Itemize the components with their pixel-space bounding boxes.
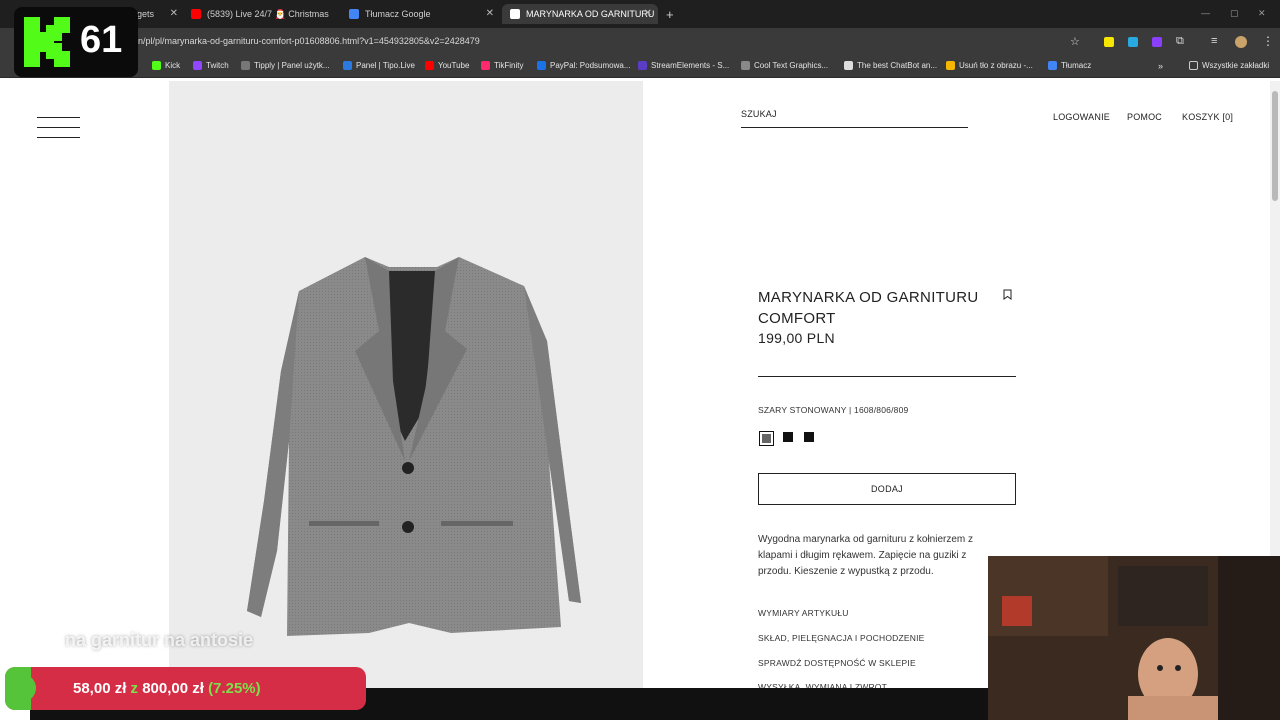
address-bar: n/pl/pl/marynarka-od-garnituru-comfort-p… xyxy=(0,28,1280,56)
cooltext-icon xyxy=(741,61,750,70)
tab-google-translate[interactable]: Tłumacz Google ✕ xyxy=(349,4,494,24)
bookmark-item[interactable]: The best ChatBot an... xyxy=(844,61,937,70)
puzzle-icon[interactable]: ⧉ xyxy=(1176,35,1184,48)
tab-label: Tłumacz Google xyxy=(365,9,431,19)
bookmark-item[interactable]: StreamElements - S... xyxy=(638,61,729,70)
extension-icon[interactable] xyxy=(1152,37,1162,47)
bookmark-item[interactable]: Tłumacz xyxy=(1048,61,1091,70)
bookmark-item[interactable]: Kick xyxy=(152,61,180,70)
bookmark-item[interactable]: Panel | Tipo.Live xyxy=(343,61,415,70)
youtube-icon xyxy=(191,9,201,19)
product-title-line: COMFORT xyxy=(758,310,836,327)
bookmark-item[interactable]: PayPal: Podsumowa... xyxy=(537,61,630,70)
browser-tab-bar: dgets ✕ (5839) Live 24/7 🎅 Christmas Tłu… xyxy=(0,0,1280,28)
kick-icon xyxy=(152,61,161,70)
menu-icon[interactable] xyxy=(37,117,80,139)
kick-logo-icon xyxy=(24,17,70,67)
color-name: SZARY STONOWANY | 1608/806/809 xyxy=(758,405,909,415)
more-menu-icon[interactable]: ⋮ xyxy=(1262,34,1274,48)
color-swatch[interactable] xyxy=(804,432,814,442)
webcam-feed xyxy=(988,556,1280,720)
bookmark-icon[interactable] xyxy=(1003,289,1012,300)
all-bookmarks-folder[interactable]: Wszystkie zakładki xyxy=(1189,61,1269,70)
chevron-right-icon[interactable]: » xyxy=(1158,61,1163,71)
color-swatch[interactable] xyxy=(783,432,793,442)
paypal-icon xyxy=(537,61,546,70)
avatar[interactable] xyxy=(1235,36,1247,48)
tab-youtube-live[interactable]: (5839) Live 24/7 🎅 Christmas xyxy=(191,4,337,24)
streamelements-icon xyxy=(638,61,647,70)
bookmark-item[interactable]: TikFinity xyxy=(481,61,523,70)
donation-percent: (7.25%) xyxy=(208,680,261,697)
bookmark-item[interactable]: Tipply | Panel użytk... xyxy=(241,61,330,70)
twitch-icon xyxy=(193,61,202,70)
search-input[interactable]: SZUKAJ xyxy=(741,109,968,128)
window-close-icon[interactable]: ✕ xyxy=(1258,8,1266,19)
chatbot-icon xyxy=(844,61,853,70)
channel-logo: 61 xyxy=(14,7,138,77)
url-field[interactable]: n/pl/pl/marynarka-od-garnituru-comfort-p… xyxy=(138,36,480,46)
product-title-line: MARYNARKA OD GARNITURU xyxy=(758,289,979,306)
help-link[interactable]: POMOC xyxy=(1127,112,1162,122)
tab-zara-product[interactable]: MARYNARKA OD GARNITURU ✕ xyxy=(502,4,658,24)
tipo-icon xyxy=(343,61,352,70)
close-tab-icon[interactable]: ✕ xyxy=(644,8,652,19)
goal-icon xyxy=(8,674,36,702)
product-image[interactable] xyxy=(169,81,643,720)
donation-separator: z xyxy=(130,680,139,697)
info-link-store-availability[interactable]: SPRAWDŹ DOSTĘPNOŚĆ W SKLEPIE xyxy=(758,658,916,668)
donation-goal-text: 58,00 zł z 800,00 zł (7.25%) xyxy=(73,680,261,697)
folder-icon xyxy=(1189,61,1198,70)
info-link-composition[interactable]: SKŁAD, PIELĘGNACJA I POCHODZENIE xyxy=(758,633,925,643)
login-link[interactable]: LOGOWANIE xyxy=(1053,112,1110,122)
color-swatch-selected[interactable] xyxy=(759,431,774,446)
donation-goal: 800,00 zł xyxy=(142,680,204,697)
donation-current: 58,00 zł xyxy=(73,680,127,697)
new-tab-button[interactable]: + xyxy=(666,4,678,24)
minimize-icon[interactable]: — xyxy=(1201,8,1210,18)
google-translate-icon xyxy=(1048,61,1057,70)
extension-icon[interactable] xyxy=(1104,37,1114,47)
bookmark-item[interactable]: Twitch xyxy=(193,61,229,70)
google-translate-icon xyxy=(349,9,359,19)
extension-icon[interactable] xyxy=(1128,37,1138,47)
stream-subtitle: na garnitur na antosie xyxy=(65,630,254,650)
bookmark-item[interactable]: YouTube xyxy=(425,61,469,70)
cart-link[interactable]: KOSZYK [0] xyxy=(1182,112,1233,122)
divider xyxy=(758,376,1016,377)
close-tab-icon[interactable]: ✕ xyxy=(486,8,494,19)
bookmark-item[interactable]: Cool Text Graphics... xyxy=(741,61,828,70)
removebg-icon xyxy=(946,61,955,70)
bookmarks-bar: Kick Twitch Tipply | Panel użytk... Pane… xyxy=(0,56,1280,78)
new-tab-icon[interactable]: + xyxy=(666,7,674,22)
info-link-dimensions[interactable]: WYMIARY ARTYKUŁU xyxy=(758,608,849,618)
product-description: Wygodna marynarka od garnituru z kołnier… xyxy=(758,534,974,577)
tikfinity-icon xyxy=(481,61,490,70)
zara-icon xyxy=(510,9,520,19)
youtube-icon xyxy=(425,61,434,70)
tab-label: MARYNARKA OD GARNITURU xyxy=(526,9,655,19)
webcam-scene xyxy=(988,556,1280,720)
bookmark-item[interactable]: Usuń tło z obrazu -... xyxy=(946,61,1033,70)
maximize-icon[interactable]: ▢ xyxy=(1230,8,1239,19)
tipply-icon xyxy=(241,61,250,70)
tab-label: (5839) Live 24/7 🎅 Christmas xyxy=(207,8,329,19)
scrollbar-thumb[interactable] xyxy=(1272,91,1278,201)
add-to-cart-button[interactable]: DODAJ xyxy=(758,473,1016,505)
product-title: MARYNARKA OD GARNITURU COMFORT xyxy=(758,287,988,329)
channel-number: 61 xyxy=(80,19,123,61)
tab-widgets[interactable]: dgets ✕ xyxy=(132,4,178,24)
jacket-illustration xyxy=(247,257,581,636)
close-tab-icon[interactable]: ✕ xyxy=(170,8,178,19)
media-icon[interactable]: ≡ xyxy=(1211,35,1217,47)
star-icon[interactable]: ☆ xyxy=(1070,35,1080,48)
product-price: 199,00 PLN xyxy=(758,330,835,346)
